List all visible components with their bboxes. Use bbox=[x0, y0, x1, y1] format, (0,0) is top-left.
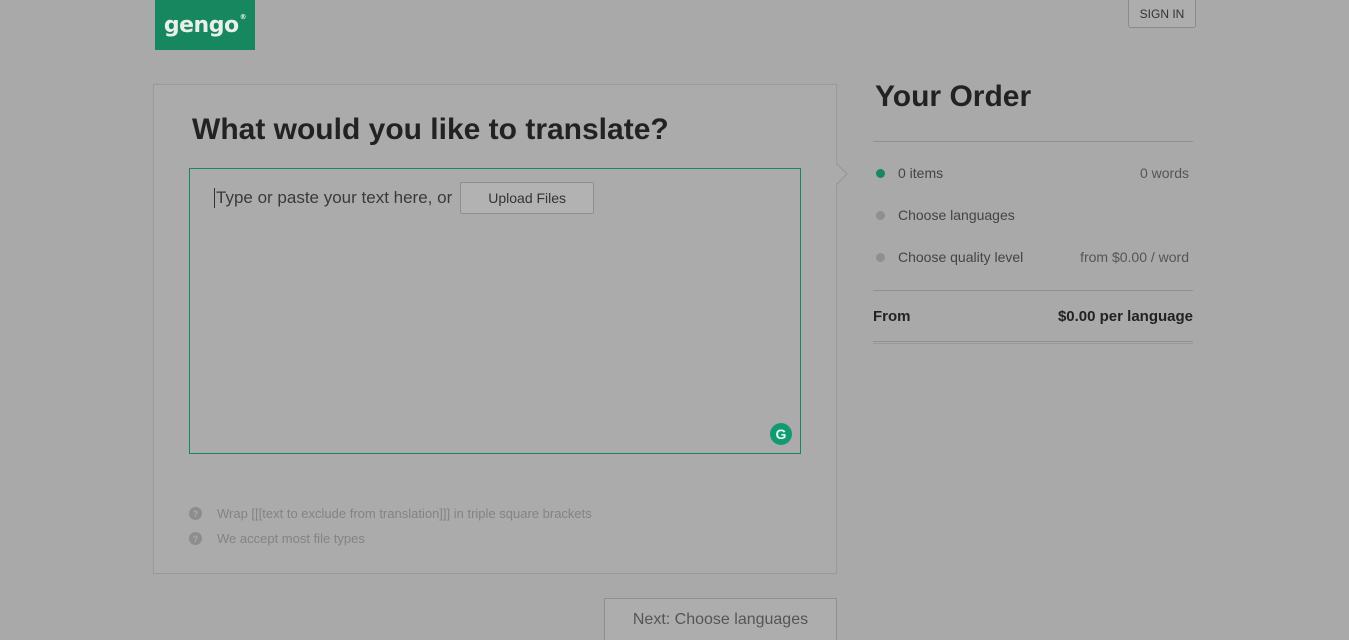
text-input-area[interactable]: Type or paste your text here, or Upload … bbox=[189, 168, 801, 454]
step-dot-icon bbox=[876, 252, 885, 262]
total-label: From bbox=[873, 307, 911, 325]
hint-text: We accept most file types bbox=[217, 531, 365, 546]
order-step-languages: Choose languages bbox=[873, 194, 1193, 236]
page-title: What would you like to translate? bbox=[192, 113, 669, 146]
translate-card: What would you like to translate? Type o… bbox=[153, 84, 837, 574]
upload-files-button[interactable]: Upload Files bbox=[460, 182, 595, 214]
next-choose-languages-button[interactable]: Next: Choose languages bbox=[604, 598, 837, 640]
text-cursor bbox=[214, 188, 215, 208]
step-label: Choose quality level bbox=[898, 249, 1024, 265]
divider bbox=[873, 341, 1193, 342]
hints-list: ? Wrap [[[text to exclude from translati… bbox=[189, 501, 592, 551]
order-total: From $0.00 per language bbox=[873, 291, 1193, 341]
help-icon: ? bbox=[189, 507, 202, 520]
step-value: 0 words bbox=[1139, 165, 1189, 181]
step-dot-icon bbox=[876, 210, 885, 220]
placeholder-row: Type or paste your text here, or Upload … bbox=[214, 182, 595, 214]
order-steps: 0 items 0 words Choose languages Choose … bbox=[873, 142, 1193, 290]
step-value: from $0.00 / word bbox=[1080, 249, 1189, 265]
order-summary: Your Order 0 items 0 words Choose langua… bbox=[873, 78, 1193, 342]
hint-item: ? Wrap [[[text to exclude from translati… bbox=[189, 501, 592, 526]
help-icon: ? bbox=[189, 532, 202, 545]
step-label: 0 items bbox=[898, 165, 944, 181]
order-title: Your Order bbox=[875, 80, 1032, 113]
sign-in-button[interactable]: SIGN IN bbox=[1128, 0, 1196, 28]
text-placeholder: Type or paste your text here, or bbox=[216, 188, 453, 207]
grammarly-icon[interactable]: G bbox=[770, 423, 792, 445]
logo-text: gengo bbox=[163, 12, 239, 38]
hint-item: ? We accept most file types bbox=[189, 526, 592, 551]
total-value: $0.00 per language bbox=[1057, 307, 1193, 325]
registered-mark: ® bbox=[239, 13, 247, 21]
order-step-quality: Choose quality level from $0.00 / word bbox=[873, 236, 1193, 278]
order-step-items: 0 items 0 words bbox=[873, 152, 1193, 194]
hint-text: Wrap [[[text to exclude from translation… bbox=[217, 506, 592, 521]
card-pointer bbox=[836, 164, 846, 184]
step-active-dot-icon bbox=[876, 168, 885, 178]
gengo-logo[interactable]: gengo ® bbox=[155, 0, 255, 50]
step-label: Choose languages bbox=[898, 207, 1015, 223]
